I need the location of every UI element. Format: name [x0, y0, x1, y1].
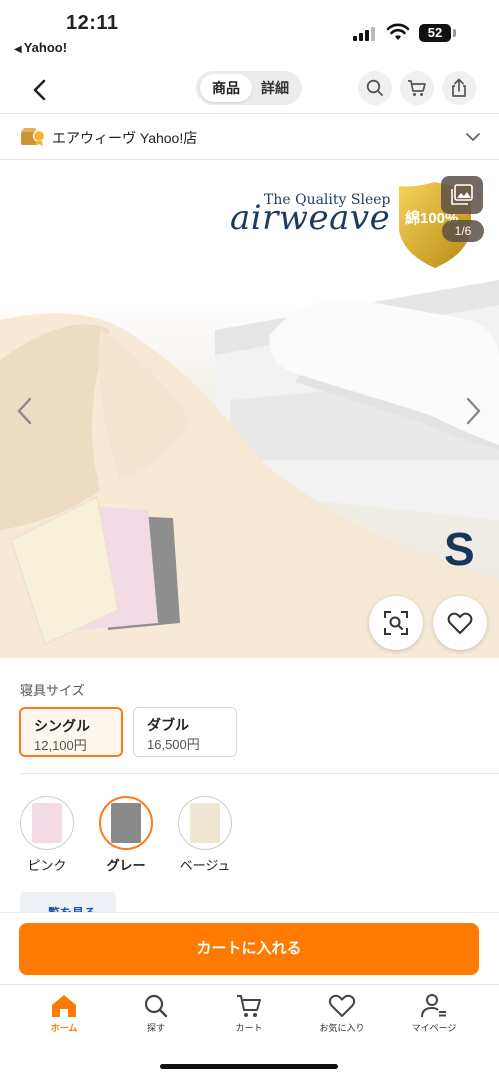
tab-home[interactable]: ホーム: [24, 993, 104, 1043]
store-award-icon: [21, 128, 46, 146]
back-to-app-link[interactable]: ◀ Yahoo!: [14, 40, 67, 55]
prev-image-arrow-icon[interactable]: [14, 396, 36, 426]
back-app-label: Yahoo!: [23, 40, 68, 55]
tab-mypage[interactable]: マイページ: [394, 993, 474, 1043]
product-detail-toggle: 商品 詳細: [196, 71, 302, 105]
tab-label: 探す: [146, 1023, 165, 1033]
brand-logo: airweave: [230, 198, 391, 238]
swatch-beige: [190, 803, 220, 843]
user-icon: [421, 994, 446, 1018]
chevron-down-icon: [466, 133, 480, 141]
share-button[interactable]: [442, 71, 476, 105]
size-option-double[interactable]: ダブル 16,500円: [133, 707, 237, 757]
heart-icon: [447, 612, 473, 634]
cellular-signal-icon: [353, 25, 377, 41]
tab-details[interactable]: 詳細: [252, 74, 298, 102]
next-image-arrow-icon[interactable]: [462, 396, 484, 426]
heart-icon: [328, 994, 356, 1017]
search-button[interactable]: [358, 71, 392, 105]
search-icon: [366, 79, 383, 96]
status-time: 12:11: [66, 12, 119, 34]
store-row[interactable]: エアウィーヴ Yahoo!店: [0, 114, 499, 160]
tab-label: カート: [235, 1023, 263, 1033]
tab-cart[interactable]: カート: [209, 993, 289, 1043]
search-icon: [144, 994, 168, 1018]
cart-button[interactable]: [400, 71, 434, 105]
product-page: 12:11 ◀ Yahoo! 52 商品 詳細 エアウィーヴ Yahoo!店 T…: [0, 0, 499, 1080]
image-search-button[interactable]: [369, 596, 423, 650]
size-option-single[interactable]: シングル 12,100円: [19, 707, 123, 757]
color-label-beige: ベージュ: [179, 858, 231, 873]
cart-icon: [237, 995, 261, 1017]
back-chevron-icon: [33, 79, 46, 101]
tab-favorites[interactable]: お気に入り: [302, 993, 382, 1043]
back-button[interactable]: [22, 72, 58, 108]
wifi-icon: [386, 23, 410, 40]
image-counter: 1/6: [442, 220, 484, 242]
battery-tip: [453, 29, 456, 37]
image-search-icon: [384, 611, 408, 635]
swatch-pink: [32, 803, 62, 843]
color-label-pink: ピンク: [27, 858, 67, 873]
add-to-cart-button[interactable]: カートに入れる: [19, 923, 479, 975]
store-name: エアウィーヴ Yahoo!店: [52, 130, 198, 146]
divider: [20, 773, 499, 774]
battery-indicator: 52: [419, 24, 451, 42]
tab-product[interactable]: 商品: [200, 74, 252, 102]
home-icon: [52, 995, 76, 1017]
tab-label: ホーム: [50, 1023, 78, 1033]
share-icon: [452, 78, 466, 97]
size-option-price: 16,500円: [147, 737, 200, 752]
home-indicator: [160, 1064, 338, 1069]
color-swatch-pink[interactable]: [20, 796, 74, 850]
size-option-name: ダブル: [147, 717, 189, 733]
tab-label: マイページ: [411, 1023, 457, 1033]
swatch-gray: [111, 803, 141, 843]
status-bar: 12:11 ◀ Yahoo! 52: [0, 0, 499, 62]
tab-label: お気に入り: [319, 1023, 365, 1033]
size-option-price: 12,100円: [34, 738, 87, 753]
product-image-carousel[interactable]: The Quality Sleep airweave 綿100% 1/6 S: [0, 160, 499, 658]
size-option-name: シングル: [34, 718, 90, 734]
product-header: 商品 詳細: [0, 64, 499, 114]
tab-search[interactable]: 探す: [116, 993, 196, 1043]
favorite-button[interactable]: [433, 596, 487, 650]
cart-icon: [408, 80, 426, 96]
back-triangle-icon: ◀: [14, 44, 22, 55]
size-indicator: S: [444, 523, 475, 575]
size-section-label: 寝具サイズ: [20, 683, 85, 698]
gallery-icon: [451, 184, 473, 205]
color-swatch-beige[interactable]: [178, 796, 232, 850]
color-swatch-gray[interactable]: [99, 796, 153, 850]
color-label-gray: グレー: [106, 858, 146, 873]
cart-bar: カートに入れる: [0, 912, 499, 984]
gallery-button[interactable]: [441, 176, 483, 214]
